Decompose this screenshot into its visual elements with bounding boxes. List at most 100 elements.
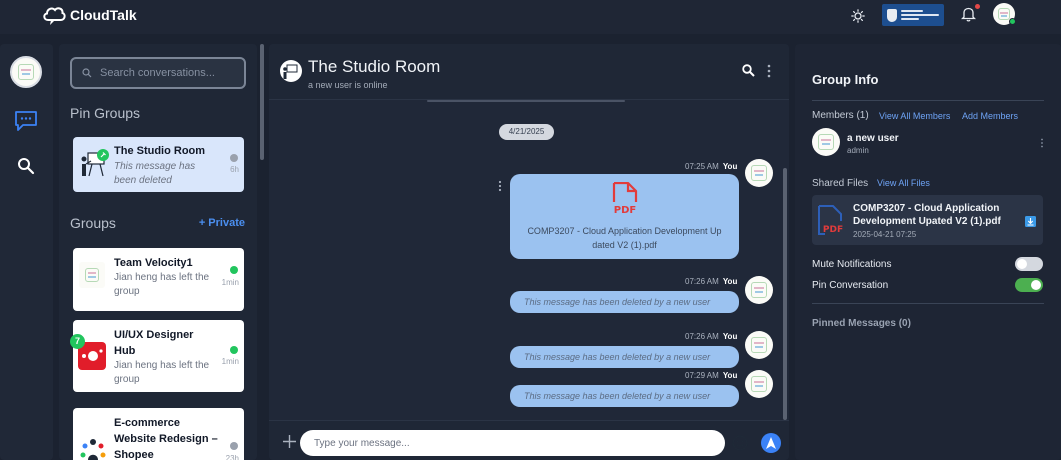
group-name: E-commerce Website Redesign – Shopee — [114, 417, 218, 460]
download-icon[interactable] — [1025, 216, 1036, 227]
pdf-file-icon: PDF — [612, 182, 638, 216]
shared-files-label: Shared Files — [812, 178, 869, 189]
status-dot — [230, 442, 238, 450]
mute-toggle[interactable] — [1015, 257, 1043, 271]
message-meta: 07:26 AM You — [685, 332, 737, 341]
group-time: 23h — [225, 454, 239, 460]
member-role: admin — [847, 146, 869, 155]
room-avatar[interactable] — [280, 60, 302, 82]
message-sender: You — [722, 371, 738, 380]
message-input[interactable] — [300, 430, 725, 456]
notification-dot — [975, 4, 980, 9]
view-all-members-link[interactable]: View All Members — [879, 111, 950, 121]
group-name: Team Velocity1 — [114, 257, 193, 269]
group-info-panel: Group Info Members (1) View All Members … — [795, 44, 1061, 460]
group-uiux-designer-hub[interactable]: UI/UX Designer Hub Jian heng has left th… — [73, 320, 244, 392]
pin-groups-title: Pin Groups — [70, 105, 141, 121]
avatar — [79, 262, 105, 288]
deleted-message-bubble[interactable]: This message has been deleted by a new u… — [510, 385, 739, 407]
room-status: a new user is online — [308, 80, 388, 90]
shared-file-name: COMP3207 - Cloud Application Development… — [853, 203, 1001, 227]
shared-file-card[interactable]: PDF COMP3207 - Cloud Application Develop… — [812, 195, 1043, 245]
brand[interactable]: CloudTalk — [42, 4, 137, 26]
group-time: 6h — [230, 165, 239, 174]
new-private-link[interactable]: + Private — [199, 217, 245, 229]
theme-sun-icon[interactable] — [851, 9, 865, 23]
cloud-logo-icon — [43, 7, 66, 25]
room-title: The Studio Room — [308, 57, 441, 76]
pdf-badge: PDF — [823, 225, 843, 235]
chat-bubble-icon[interactable] — [14, 110, 38, 132]
message-time: 07:29 AM — [685, 371, 719, 380]
send-arrow-icon — [766, 437, 776, 449]
divider — [812, 100, 1044, 101]
online-indicator — [1009, 18, 1016, 25]
message-meta: 07:25 AM You — [685, 162, 737, 171]
group-ecommerce-redesign[interactable]: E-commerce Website Redesign – Shopee 23h — [73, 408, 244, 460]
send-button[interactable] — [761, 433, 781, 453]
message-avatar — [745, 276, 773, 304]
message-meta: 07:29 AM You — [685, 371, 737, 380]
load-more-indicator — [427, 100, 625, 102]
app-name: CloudTalk — [70, 7, 137, 23]
deleted-message-bubble[interactable]: This message has been deleted by a new u… — [510, 346, 739, 368]
chat-header: The Studio Room a new user is online — [269, 44, 789, 100]
search-icon[interactable] — [742, 64, 755, 77]
message-avatar — [745, 370, 773, 398]
status-dot — [230, 266, 238, 274]
group-name: The Studio Room — [114, 145, 206, 157]
nav-rail — [0, 44, 53, 460]
message-sender: You — [722, 332, 738, 341]
pinned-group-studio-room[interactable]: The Studio Room This message has been de… — [73, 137, 244, 192]
pin-badge-icon — [97, 149, 109, 161]
pdf-badge: PDF — [614, 205, 636, 216]
info-title: Group Info — [812, 72, 879, 87]
mute-label: Mute Notifications — [812, 259, 892, 270]
search-icon[interactable] — [17, 157, 35, 175]
member-options-icon[interactable] — [1040, 138, 1044, 148]
search-box[interactable]: Search conversations... — [70, 57, 246, 89]
group-preview: Jian heng has left the group — [114, 272, 210, 297]
message-sender: You — [722, 277, 738, 286]
message-options-icon[interactable] — [498, 180, 502, 192]
bell-icon[interactable] — [961, 6, 976, 22]
message-avatar — [745, 331, 773, 359]
status-dot — [230, 346, 238, 354]
pdf-file-icon: PDF — [818, 205, 843, 235]
date-divider: 4/21/2025 — [499, 124, 554, 140]
members-label: Members (1) — [812, 110, 869, 121]
search-icon — [82, 68, 92, 78]
message-time: 07:25 AM — [685, 162, 719, 171]
conversation-sidebar: Search conversations... Pin Groups The S… — [59, 44, 257, 460]
search-input[interactable]: Search conversations... — [100, 67, 215, 79]
chat-scrollbar[interactable] — [783, 168, 787, 420]
more-vertical-icon[interactable] — [767, 64, 771, 78]
shared-file-date: 2025-04-21 07:25 — [853, 230, 917, 239]
file-name: COMP3207 - Cloud Application Development… — [527, 226, 722, 250]
emoji-icon[interactable] — [732, 435, 748, 451]
message-sender: You — [722, 162, 738, 171]
message-composer — [269, 420, 789, 460]
attach-plus-icon[interactable] — [283, 435, 296, 448]
pin-toggle[interactable] — [1015, 278, 1043, 292]
group-team-velocity1[interactable]: Team Velocity1 Jian heng has left the gr… — [73, 248, 244, 311]
top-bar: CloudTalk — [0, 0, 1061, 34]
rail-avatar[interactable] — [10, 56, 42, 88]
university-logo — [882, 4, 944, 26]
status-dot — [230, 154, 238, 162]
group-time: 1min — [221, 278, 239, 287]
message-time: 07:26 AM — [685, 332, 719, 341]
message-meta: 07:26 AM You — [685, 277, 737, 286]
add-members-link[interactable]: Add Members — [962, 111, 1018, 121]
view-all-files-link[interactable]: View All Files — [877, 178, 930, 188]
pinned-messages-label: Pinned Messages (0) — [812, 318, 911, 329]
message-avatar — [745, 159, 773, 187]
member-avatar[interactable] — [812, 128, 840, 156]
deleted-message-bubble[interactable]: This message has been deleted by a new u… — [510, 291, 739, 313]
chat-panel: The Studio Room a new user is online 4/2… — [269, 44, 789, 460]
university-shield-icon — [887, 8, 897, 22]
group-preview: Jian heng has left the group — [114, 360, 210, 385]
sidebar-scrollbar[interactable] — [260, 44, 264, 160]
group-name: UI/UX Designer Hub — [114, 329, 194, 357]
file-message-bubble[interactable]: PDF COMP3207 - Cloud Application Develop… — [510, 174, 739, 259]
